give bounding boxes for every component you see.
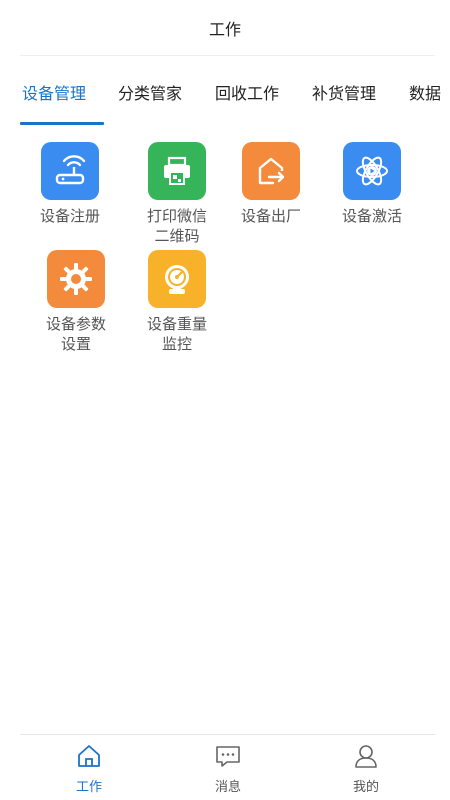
page-title: 工作: [208, 20, 241, 39]
tab-restock[interactable]: 补货管理: [312, 80, 376, 104]
house-exit-icon: [242, 142, 300, 200]
tile-device-params[interactable]: 设备参数设置: [31, 250, 121, 354]
tile-device-activate[interactable]: 设备激活: [327, 142, 417, 226]
tab-classification[interactable]: 分类管家: [118, 80, 182, 104]
home-icon: [78, 745, 100, 767]
bottom-nav: 工作 消息 我的: [0, 735, 450, 800]
header-divider: [20, 55, 435, 56]
active-tab-indicator: [20, 122, 104, 125]
nav-label: 我的: [352, 780, 379, 795]
nav-label: 消息: [214, 780, 241, 795]
atom-icon: [343, 142, 401, 200]
message-icon: [216, 746, 240, 767]
printer-icon: [148, 142, 206, 200]
app-screen: 工作 设备管理 分类管家 回收工作 补货管理 数据 设备注册 打印微信二维码 设…: [0, 0, 450, 800]
nav-item-messages[interactable]: 消息: [193, 743, 263, 795]
tile-label: 设备激活: [341, 207, 402, 225]
tab-data[interactable]: 数据: [409, 80, 441, 104]
tab-device-management[interactable]: 设备管理: [22, 80, 86, 104]
nav-label: 工作: [75, 780, 102, 795]
tile-label: 设备重量监控: [146, 315, 207, 353]
tile-label: 设备出厂: [240, 207, 301, 225]
tile-label: 打印微信二维码: [146, 207, 207, 245]
tab-recycling-work[interactable]: 回收工作: [215, 80, 279, 104]
tab-bar: 设备管理 分类管家 回收工作 补货管理 数据: [0, 62, 450, 126]
tile-device-weight-monitor[interactable]: 设备重量监控: [132, 250, 222, 354]
tile-device-factory[interactable]: 设备出厂: [226, 142, 316, 226]
tile-label: 设备注册: [39, 207, 100, 225]
user-icon: [355, 745, 377, 768]
tile-print-wechat-qr[interactable]: 打印微信二维码: [132, 142, 222, 246]
tile-device-register[interactable]: 设备注册: [25, 142, 115, 226]
header: 工作: [0, 0, 450, 56]
gear-icon: [47, 250, 105, 308]
scale-gauge-icon: [148, 250, 206, 308]
router-icon: [41, 142, 99, 200]
nav-item-work[interactable]: 工作: [54, 743, 124, 795]
nav-item-me[interactable]: 我的: [331, 743, 401, 795]
tile-label: 设备参数设置: [45, 315, 106, 353]
